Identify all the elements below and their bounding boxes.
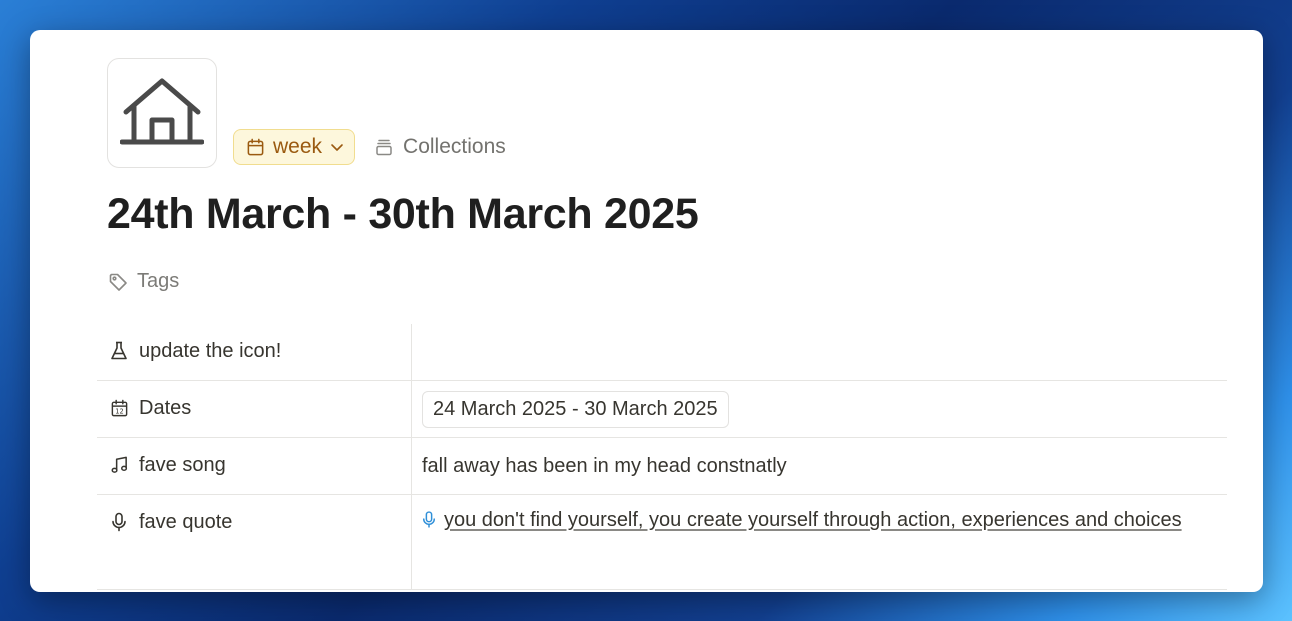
- property-value-fave-quote[interactable]: you don't find yourself, you create your…: [412, 495, 1227, 589]
- house-icon: [120, 78, 204, 145]
- tag-icon: [109, 273, 127, 291]
- microphone-icon: [423, 511, 435, 528]
- page-title[interactable]: 24th March - 30th March 2025: [107, 190, 699, 239]
- page-icon-button[interactable]: [107, 58, 217, 168]
- chevron-down-icon: [331, 144, 343, 151]
- collections-link[interactable]: Collections: [375, 135, 506, 159]
- svg-text:12: 12: [115, 407, 123, 415]
- properties-table: update the icon! 12 Dates 24 March 2025 …: [97, 324, 1227, 590]
- type-select-label: week: [273, 135, 323, 158]
- type-select-week[interactable]: week: [233, 129, 356, 165]
- property-key-fave-song[interactable]: fave song: [97, 438, 412, 494]
- property-value-fave-song[interactable]: fall away has been in my head constnatly: [412, 438, 1227, 494]
- calendar-date-icon: 12: [111, 399, 127, 416]
- property-name: fave song: [139, 454, 226, 476]
- property-key-update-icon[interactable]: update the icon!: [97, 324, 412, 380]
- property-key-fave-quote[interactable]: fave quote: [97, 495, 412, 589]
- page-card: week Collections 24th March - 30th March…: [30, 30, 1263, 592]
- property-name: Dates: [139, 397, 192, 419]
- property-key-dates[interactable]: 12 Dates: [97, 381, 412, 437]
- date-range-chip[interactable]: 24 March 2025 - 30 March 2025: [422, 390, 729, 428]
- property-row-fave-quote: fave quote you don't find yourself, you …: [97, 495, 1227, 590]
- stack-icon: [376, 139, 392, 156]
- quote-text: you don't find yourself, you create your…: [422, 502, 1202, 539]
- microphone-icon: [112, 512, 126, 532]
- property-name: update the icon!: [139, 340, 282, 362]
- flask-icon: [111, 341, 127, 360]
- tags-label: Tags: [137, 270, 180, 292]
- property-name: fave quote: [139, 511, 233, 533]
- property-row-update-icon: update the icon!: [97, 324, 1227, 381]
- quote-link[interactable]: you don't find yourself, you create your…: [444, 509, 1182, 531]
- property-row-dates: 12 Dates 24 March 2025 - 30 March 2025: [97, 381, 1227, 438]
- collections-label: Collections: [403, 135, 506, 158]
- music-note-icon: [111, 456, 127, 473]
- property-value-update-icon[interactable]: [412, 324, 1227, 380]
- property-value-dates[interactable]: 24 March 2025 - 30 March 2025: [412, 381, 1227, 437]
- tags-property[interactable]: Tags: [108, 270, 179, 293]
- page-meta-row: week Collections: [233, 129, 506, 165]
- calendar-icon: [247, 138, 264, 155]
- property-row-fave-song: fave song fall away has been in my head …: [97, 438, 1227, 495]
